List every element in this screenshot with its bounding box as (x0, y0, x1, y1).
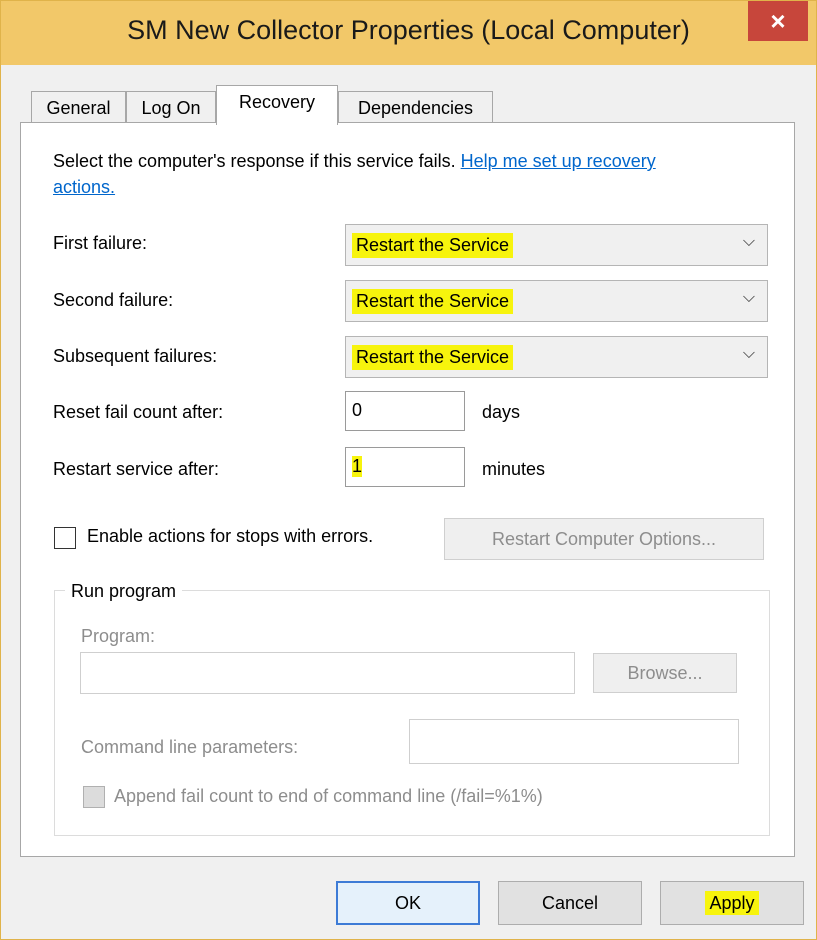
window-title: SM New Collector Properties (Local Compu… (127, 15, 690, 45)
tab-log-on[interactable]: Log On (126, 91, 216, 123)
tab-recovery[interactable]: Recovery (216, 85, 338, 125)
first-failure-value: Restart the Service (352, 233, 514, 258)
run-program-group-label: Run program (65, 581, 183, 602)
restart-computer-options-button[interactable]: Restart Computer Options... (444, 518, 764, 560)
first-failure-select[interactable]: Restart the Service ⌵ (345, 224, 768, 266)
subsequent-failures-value: Restart the Service (352, 345, 514, 370)
cmd-params-label: Command line parameters: (81, 737, 299, 757)
title-bar[interactable]: SM New Collector Properties (Local Compu… (1, 1, 816, 65)
append-fail-count-checkbox[interactable] (83, 786, 105, 808)
ok-button[interactable]: OK (336, 881, 480, 925)
help-recovery-link[interactable]: Help me set up recovery (461, 151, 656, 171)
first-failure-label: First failure: (53, 233, 148, 253)
subsequent-failures-label: Subsequent failures: (53, 346, 218, 366)
restart-service-value: 1 (352, 456, 363, 477)
intro-text: Select the computer's response if this s… (53, 151, 461, 171)
properties-dialog: SM New Collector Properties (Local Compu… (0, 0, 817, 940)
reset-unit-label: days (482, 402, 521, 422)
subsequent-failures-select[interactable]: Restart the Service ⌵ (345, 336, 768, 378)
recovery-panel: Select the computer's response if this s… (20, 122, 795, 857)
tab-general[interactable]: General (31, 91, 126, 123)
reset-fail-count-value: 0 (352, 400, 363, 420)
chevron-down-icon: ⌵ (742, 289, 755, 306)
enable-actions-checkbox[interactable] (54, 527, 76, 549)
program-label: Program: (81, 626, 156, 646)
second-failure-value: Restart the Service (352, 289, 514, 314)
append-fail-count-label: Append fail count to end of command line… (114, 786, 543, 806)
apply-label: Apply (705, 891, 759, 915)
reset-fail-count-label: Reset fail count after: (53, 402, 224, 422)
reset-fail-count-input[interactable]: 0 (345, 391, 465, 431)
tab-dependencies[interactable]: Dependencies (338, 91, 493, 123)
chevron-down-icon: ⌵ (742, 345, 755, 362)
intro-line: Select the computer's response if this s… (53, 151, 656, 172)
program-input[interactable] (80, 652, 575, 694)
chevron-down-icon: ⌵ (742, 233, 755, 250)
restart-service-input[interactable]: 1 (345, 447, 465, 487)
close-button[interactable]: × (748, 1, 808, 41)
apply-button[interactable]: Apply (660, 881, 804, 925)
cancel-button[interactable]: Cancel (498, 881, 642, 925)
enable-actions-label: Enable actions for stops with errors. (87, 526, 374, 546)
cmd-params-input[interactable] (409, 719, 739, 764)
browse-button[interactable]: Browse... (593, 653, 737, 693)
restart-service-label: Restart service after: (53, 459, 220, 479)
second-failure-label: Second failure: (53, 290, 174, 310)
help-recovery-link-cont[interactable]: actions. (53, 177, 115, 198)
restart-unit-label: minutes (482, 459, 546, 479)
second-failure-select[interactable]: Restart the Service ⌵ (345, 280, 768, 322)
